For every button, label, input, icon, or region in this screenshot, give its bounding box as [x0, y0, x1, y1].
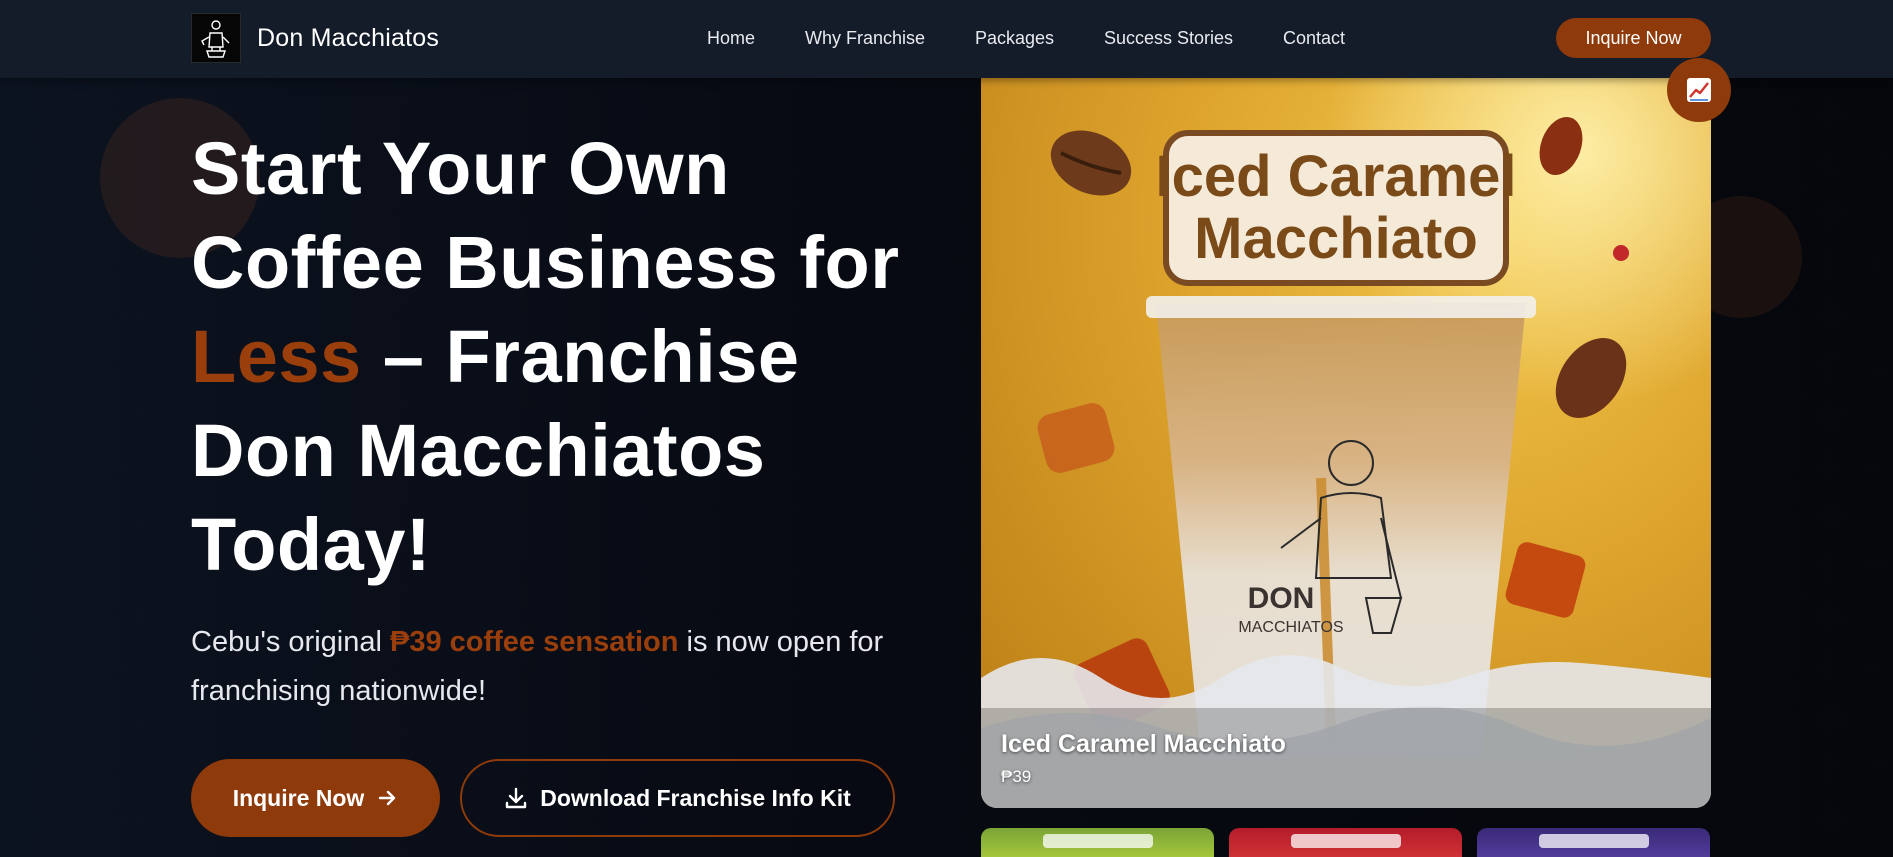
product-thumbnail[interactable]	[1477, 828, 1710, 857]
download-info-kit-button[interactable]: Download Franchise Info Kit	[460, 759, 895, 837]
trend-badge	[1667, 58, 1731, 122]
inquire-now-button[interactable]: Inquire Now	[191, 759, 440, 837]
cup-brand-line1: DON	[1248, 582, 1315, 615]
product-thumbnail[interactable]	[981, 828, 1214, 857]
download-info-kit-label: Download Franchise Info Kit	[540, 784, 851, 811]
nav-inquire-button[interactable]: Inquire Now	[1556, 18, 1711, 58]
product-name: Iced Caramel Macchiato	[1001, 730, 1286, 758]
hero-subtitle: Cebu's original ₱39 coffee sensation is …	[191, 618, 931, 716]
download-icon	[504, 786, 528, 810]
nav-link-packages[interactable]: Packages	[975, 28, 1054, 49]
hero-title-accent: Less	[191, 315, 362, 398]
arrow-right-icon	[376, 787, 398, 809]
cup-brand-line2: MACCHIATOS	[1238, 619, 1343, 636]
nav-link-home[interactable]: Home	[707, 28, 755, 49]
brand-name: Don Macchiatos	[257, 23, 440, 52]
product-thumbnail[interactable]	[1229, 828, 1462, 857]
brand-logo	[191, 13, 241, 63]
hero-subtitle-part1: Cebu's original	[191, 626, 382, 658]
hero-title-part1: Start Your Own Coffee Business for	[191, 127, 900, 304]
nav-link-success-stories[interactable]: Success Stories	[1104, 28, 1233, 49]
nav-link-why-franchise[interactable]: Why Franchise	[805, 28, 925, 49]
hero-subtitle-highlight: ₱39 coffee sensation	[389, 626, 679, 658]
navbar: Don Macchiatos Home Why Franchise Packag…	[0, 0, 1893, 78]
product-caption: Iced Caramel Macchiato ₱39	[1001, 730, 1286, 787]
chart-increasing-icon	[1687, 78, 1711, 102]
nav-link-contact[interactable]: Contact	[1283, 28, 1345, 49]
image-heading-line1: Iced Caramel	[1155, 144, 1516, 209]
product-image: Iced Caramel Macchiato DON MACCHIATOS	[981, 78, 1711, 808]
hero-title: Start Your Own Coffee Business for Less …	[191, 122, 931, 592]
image-heading-line2: Macchiato	[1194, 206, 1478, 271]
inquire-now-label: Inquire Now	[232, 784, 365, 811]
product-price: ₱39	[1001, 767, 1032, 786]
featured-product-card[interactable]: Iced Caramel Macchiato DON MACCHIATOS Ic…	[981, 78, 1711, 808]
brand[interactable]: Don Macchiatos	[191, 13, 439, 63]
